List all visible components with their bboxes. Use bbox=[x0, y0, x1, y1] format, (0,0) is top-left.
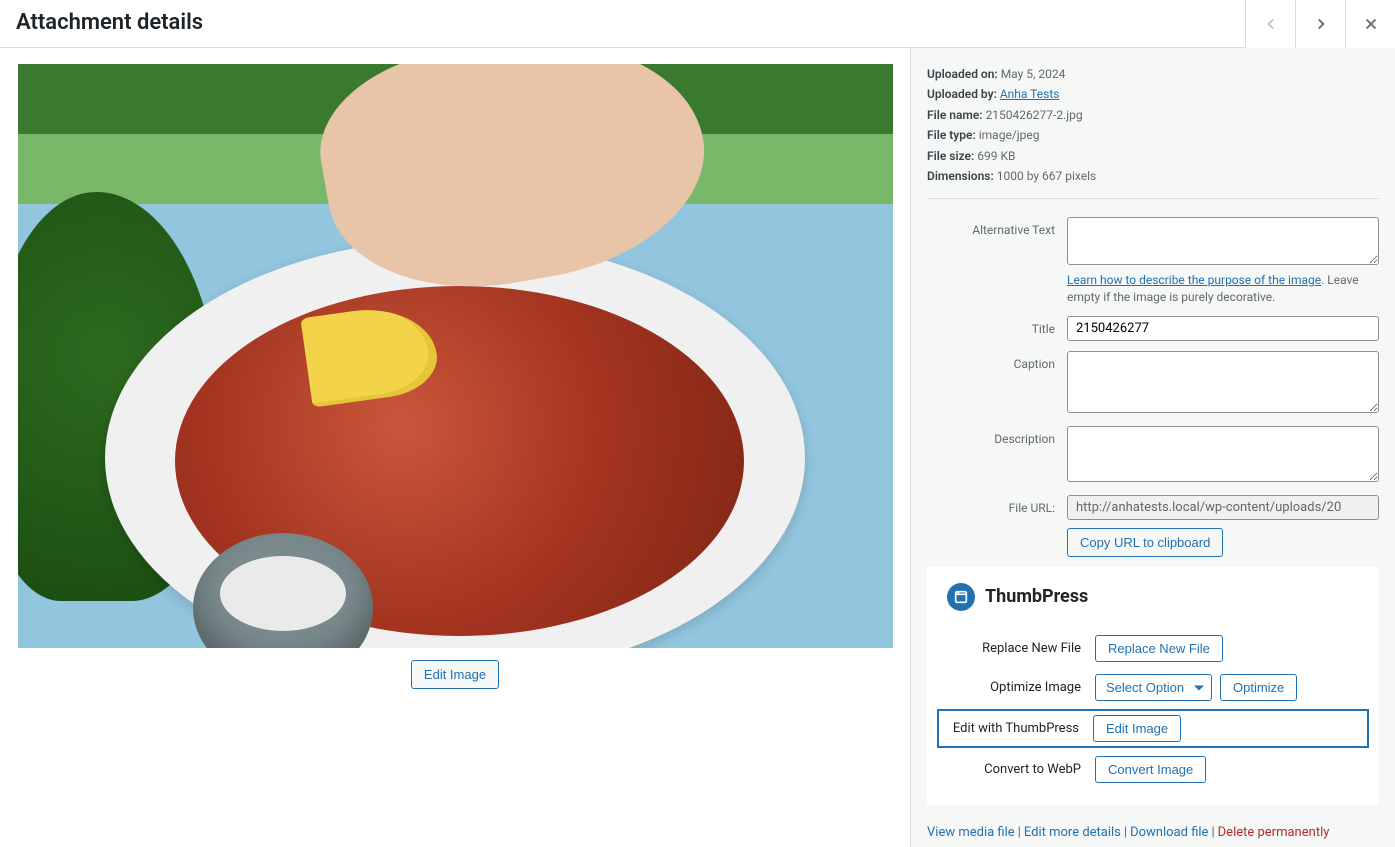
thumbpress-logo-icon bbox=[947, 583, 975, 611]
media-column: Edit Image bbox=[0, 48, 910, 847]
chevron-left-icon bbox=[1262, 15, 1280, 33]
tp-convert-row: Convert to WebP Convert Image bbox=[937, 750, 1369, 789]
next-button[interactable] bbox=[1295, 0, 1345, 48]
meta-uploaded-on: Uploaded on: May 5, 2024 bbox=[927, 64, 1379, 84]
chevron-right-icon bbox=[1312, 15, 1330, 33]
tp-replace-label: Replace New File bbox=[937, 641, 1087, 656]
tp-optimize-button[interactable]: Optimize bbox=[1220, 674, 1297, 701]
header-nav bbox=[1245, 0, 1395, 48]
download-link[interactable]: Download file bbox=[1130, 825, 1208, 840]
actions-line: View media file|Edit more details|Downlo… bbox=[927, 823, 1379, 844]
alt-text-label: Alternative Text bbox=[927, 217, 1067, 306]
description-row: Description bbox=[927, 426, 1379, 485]
tp-optimize-select[interactable]: Select Option bbox=[1095, 674, 1212, 701]
meta-uploaded-by: Uploaded by: Anha Tests bbox=[927, 84, 1379, 104]
alt-text-row: Alternative Text Learn how to describe t… bbox=[927, 217, 1379, 306]
prev-button[interactable] bbox=[1245, 0, 1295, 48]
image-preview bbox=[18, 64, 893, 648]
modal-content: Edit Image Uploaded on: May 5, 2024 Uplo… bbox=[0, 48, 1395, 847]
title-label: Title bbox=[927, 316, 1067, 341]
title-input[interactable] bbox=[1067, 316, 1379, 341]
edit-more-link[interactable]: Edit more details bbox=[1024, 825, 1121, 840]
tp-convert-label: Convert to WebP bbox=[937, 762, 1087, 777]
title-row: Title bbox=[927, 316, 1379, 341]
caption-input[interactable] bbox=[1067, 351, 1379, 413]
tp-edit-label: Edit with ThumbPress bbox=[943, 721, 1085, 736]
alt-text-input[interactable] bbox=[1067, 217, 1379, 265]
meta-file-type: File type: image/jpeg bbox=[927, 125, 1379, 145]
tp-optimize-row: Optimize Image Select Option Optimize bbox=[937, 668, 1369, 707]
close-icon bbox=[1362, 15, 1380, 33]
tp-edit-button[interactable]: Edit Image bbox=[1093, 715, 1181, 742]
thumbpress-header: ThumbPress bbox=[937, 583, 1369, 611]
caption-label: Caption bbox=[927, 351, 1067, 416]
thumbpress-title: ThumbPress bbox=[985, 586, 1088, 607]
file-url-input[interactable] bbox=[1067, 495, 1379, 520]
tp-edit-row: Edit with ThumbPress Edit Image bbox=[937, 709, 1369, 748]
alt-help-link[interactable]: Learn how to describe the purpose of the… bbox=[1067, 273, 1321, 287]
tp-replace-button[interactable]: Replace New File bbox=[1095, 635, 1223, 662]
tp-optimize-label: Optimize Image bbox=[937, 680, 1087, 695]
thumbpress-panel: ThumbPress Replace New File Replace New … bbox=[927, 567, 1379, 805]
caption-row: Caption bbox=[927, 351, 1379, 416]
meta-file-name: File name: 2150426277-2.jpg bbox=[927, 105, 1379, 125]
uploaded-by-link[interactable]: Anha Tests bbox=[1000, 87, 1060, 101]
details-sidebar: Uploaded on: May 5, 2024 Uploaded by: An… bbox=[910, 48, 1395, 847]
description-input[interactable] bbox=[1067, 426, 1379, 482]
copy-url-button[interactable]: Copy URL to clipboard bbox=[1067, 528, 1223, 557]
tp-convert-button[interactable]: Convert Image bbox=[1095, 756, 1206, 783]
description-label: Description bbox=[927, 426, 1067, 485]
tp-replace-row: Replace New File Replace New File bbox=[937, 629, 1369, 668]
file-url-row: File URL: Copy URL to clipboard bbox=[927, 495, 1379, 557]
edit-image-button[interactable]: Edit Image bbox=[411, 660, 499, 689]
modal-header: Attachment details bbox=[0, 0, 1395, 48]
file-url-label: File URL: bbox=[927, 495, 1067, 557]
modal-title: Attachment details bbox=[16, 10, 203, 36]
meta-dimensions: Dimensions: 1000 by 667 pixels bbox=[927, 166, 1379, 186]
delete-link[interactable]: Delete permanently bbox=[1218, 825, 1330, 840]
divider bbox=[927, 198, 1379, 199]
view-media-link[interactable]: View media file bbox=[927, 825, 1015, 840]
close-button[interactable] bbox=[1345, 0, 1395, 48]
meta-file-size: File size: 699 KB bbox=[927, 146, 1379, 166]
alt-help-text: Learn how to describe the purpose of the… bbox=[1067, 272, 1379, 306]
